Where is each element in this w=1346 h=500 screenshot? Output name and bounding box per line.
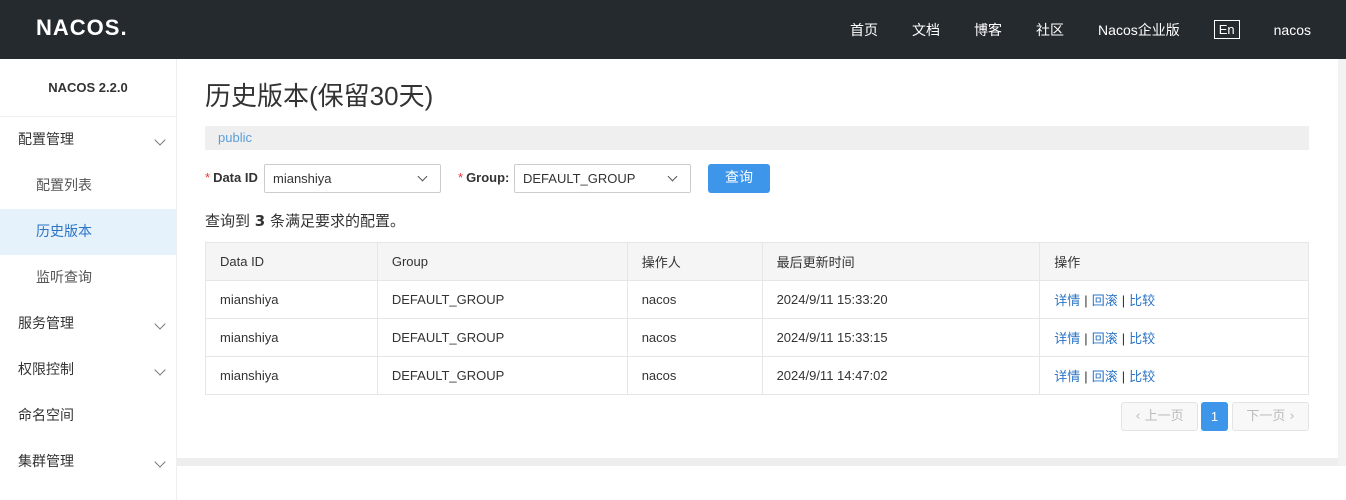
sidebar-item-label: 命名空间 bbox=[18, 408, 74, 424]
group-value: DEFAULT_GROUP bbox=[523, 171, 636, 186]
cell-operator: nacos bbox=[626, 280, 763, 319]
column-header-updated-time: 最后更新时间 bbox=[761, 242, 1041, 281]
sidebar-item-config-management[interactable]: 配置管理 bbox=[0, 117, 176, 163]
horizontal-scrollbar[interactable] bbox=[177, 458, 1338, 466]
next-page-button[interactable]: 下一页 › bbox=[1232, 402, 1309, 431]
nav-home[interactable]: 首页 bbox=[850, 20, 878, 40]
sidebar-item-access-control[interactable]: 权限控制 bbox=[0, 347, 176, 393]
cell-actions: 详情 | 回滚 | 比较 bbox=[1039, 280, 1309, 319]
namespace-bar: public bbox=[205, 126, 1309, 150]
detail-link[interactable]: 详情 bbox=[1054, 369, 1080, 384]
cell-actions: 详情 | 回滚 | 比较 bbox=[1039, 356, 1309, 395]
data-id-label: * Data ID bbox=[205, 170, 258, 185]
sidebar-item-config-list[interactable]: 配置列表 bbox=[0, 163, 176, 209]
data-id-value: mianshiya bbox=[273, 171, 332, 186]
detail-link[interactable]: 详情 bbox=[1054, 293, 1080, 308]
cell-operator: nacos bbox=[626, 356, 763, 395]
table-row: mianshiya DEFAULT_GROUP nacos 2024/9/11 … bbox=[205, 356, 1309, 395]
namespace-public[interactable]: public bbox=[218, 130, 252, 145]
sidebar: NACOS 2.2.0 配置管理 配置列表 历史版本 监听查询 服务管理 权限控… bbox=[0, 59, 177, 500]
sidebar-item-service-management[interactable]: 服务管理 bbox=[0, 301, 176, 347]
cell-time: 2024/9/11 15:33:20 bbox=[761, 280, 1041, 319]
sidebar-item-label: 服务管理 bbox=[18, 316, 74, 332]
chevron-down-icon bbox=[667, 171, 678, 182]
cell-data-id: mianshiya bbox=[205, 280, 378, 319]
sidebar-item-listener-query[interactable]: 监听查询 bbox=[0, 255, 176, 301]
sidebar-item-label: 配置管理 bbox=[18, 132, 74, 148]
group-select[interactable]: DEFAULT_GROUP bbox=[514, 164, 691, 193]
cell-group: DEFAULT_GROUP bbox=[376, 356, 628, 395]
history-table: Data ID Group 操作人 最后更新时间 操作 mianshiya DE… bbox=[205, 242, 1309, 395]
result-summary: 查询到 3 条满足要求的配置。 bbox=[205, 212, 406, 230]
chevron-down-icon bbox=[154, 456, 166, 468]
sidebar-item-namespace[interactable]: 命名空间 bbox=[0, 393, 176, 439]
column-header-data-id: Data ID bbox=[205, 242, 378, 281]
page-number-current[interactable]: 1 bbox=[1201, 402, 1228, 431]
compare-link[interactable]: 比较 bbox=[1129, 293, 1155, 308]
sidebar-item-label: 配置列表 bbox=[36, 178, 92, 194]
cell-group: DEFAULT_GROUP bbox=[376, 280, 628, 319]
sidebar-item-cluster-management[interactable]: 集群管理 bbox=[0, 439, 176, 485]
column-header-group: Group bbox=[376, 242, 628, 281]
cell-actions: 详情 | 回滚 | 比较 bbox=[1039, 318, 1309, 357]
version-label: NACOS 2.2.0 bbox=[0, 59, 176, 117]
chevron-right-icon: › bbox=[1289, 409, 1295, 424]
cell-operator: nacos bbox=[626, 318, 763, 357]
page-title: 历史版本(保留30天) bbox=[205, 81, 434, 111]
result-count: 3 bbox=[254, 212, 266, 230]
vertical-scrollbar[interactable] bbox=[1338, 59, 1346, 466]
chevron-left-icon: ‹ bbox=[1135, 409, 1141, 424]
nacos-logo[interactable]: NACOS. bbox=[36, 15, 128, 41]
sidebar-item-label: 权限控制 bbox=[18, 362, 74, 378]
rollback-link[interactable]: 回滚 bbox=[1092, 331, 1118, 346]
user-menu[interactable]: nacos bbox=[1274, 22, 1311, 38]
top-nav: 首页 文档 博客 社区 Nacos企业版 En nacos bbox=[816, 0, 1311, 59]
group-label: * Group: bbox=[458, 170, 510, 185]
language-toggle[interactable]: En bbox=[1213, 20, 1240, 39]
cell-data-id: mianshiya bbox=[205, 356, 378, 395]
detail-link[interactable]: 详情 bbox=[1054, 331, 1080, 346]
compare-link[interactable]: 比较 bbox=[1129, 331, 1155, 346]
search-form: * Data ID mianshiya * Group: DEFAULT_GROUP… bbox=[205, 164, 1309, 193]
table-header-row: Data ID Group 操作人 最后更新时间 操作 bbox=[205, 242, 1309, 281]
pagination: ‹ 上一页 1 下一页 › bbox=[205, 402, 1309, 431]
nav-docs[interactable]: 文档 bbox=[912, 20, 940, 40]
required-mark: * bbox=[458, 170, 464, 185]
table-row: mianshiya DEFAULT_GROUP nacos 2024/9/11 … bbox=[205, 318, 1309, 357]
rollback-link[interactable]: 回滚 bbox=[1092, 369, 1118, 384]
rollback-link[interactable]: 回滚 bbox=[1092, 293, 1118, 308]
sidebar-item-history[interactable]: 历史版本 bbox=[0, 209, 176, 255]
table-row: mianshiya DEFAULT_GROUP nacos 2024/9/11 … bbox=[205, 280, 1309, 319]
sidebar-item-label: 监听查询 bbox=[36, 270, 92, 286]
column-header-actions: 操作 bbox=[1039, 242, 1309, 281]
nav-enterprise[interactable]: Nacos企业版 bbox=[1098, 20, 1180, 40]
required-mark: * bbox=[205, 170, 211, 185]
chevron-down-icon bbox=[154, 134, 166, 146]
chevron-down-icon bbox=[154, 364, 166, 376]
query-button[interactable]: 查询 bbox=[708, 164, 770, 193]
column-header-operator: 操作人 bbox=[626, 242, 763, 281]
nav-community[interactable]: 社区 bbox=[1036, 20, 1064, 40]
prev-page-button[interactable]: ‹ 上一页 bbox=[1121, 402, 1198, 431]
chevron-down-icon bbox=[154, 318, 166, 330]
nav-blog[interactable]: 博客 bbox=[974, 20, 1002, 40]
cell-time: 2024/9/11 14:47:02 bbox=[761, 356, 1041, 395]
top-bar: NACOS. 首页 文档 博客 社区 Nacos企业版 En nacos bbox=[0, 0, 1346, 59]
chevron-down-icon bbox=[417, 171, 428, 182]
data-id-select[interactable]: mianshiya bbox=[264, 164, 441, 193]
sidebar-item-label: 集群管理 bbox=[18, 454, 74, 470]
sidebar-item-label: 历史版本 bbox=[36, 224, 92, 240]
compare-link[interactable]: 比较 bbox=[1129, 369, 1155, 384]
cell-time: 2024/9/11 15:33:15 bbox=[761, 318, 1041, 357]
cell-group: DEFAULT_GROUP bbox=[376, 318, 628, 357]
cell-data-id: mianshiya bbox=[205, 318, 378, 357]
